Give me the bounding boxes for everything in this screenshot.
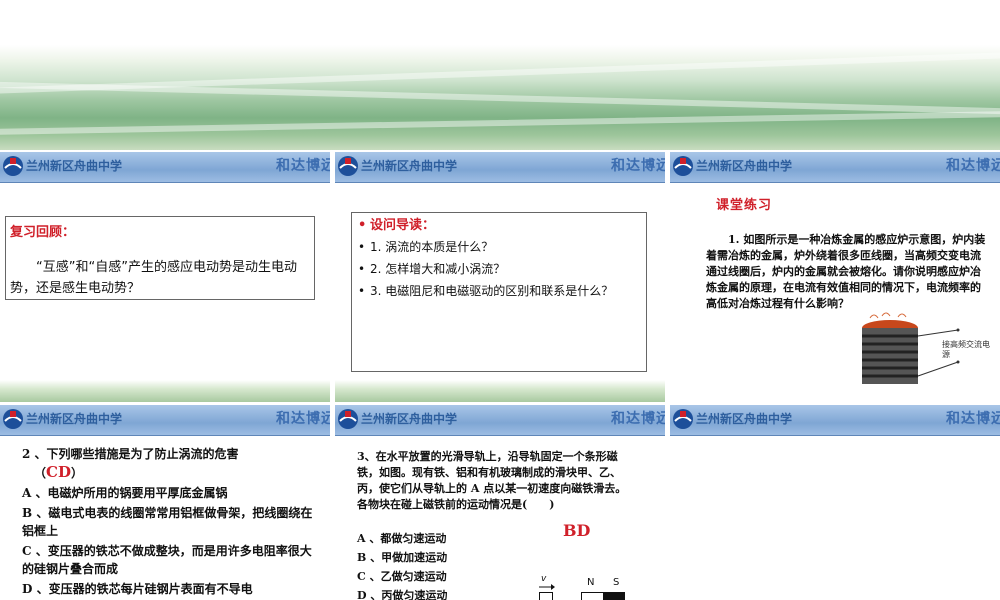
- slide-exercise-2[interactable]: 兰州新区舟曲中学 和达博远 2 、下列哪些措施是为了防止涡流的危害 （CD） A…: [0, 405, 330, 600]
- magnet-n-label: N: [587, 577, 595, 588]
- option-a: A 、都做匀速运动: [357, 532, 447, 545]
- slide-exercise-3[interactable]: 兰州新区舟曲中学 和达博远 3、在水平放置的光滑导轨上，沿导轨固定一个条形磁铁，…: [335, 405, 665, 600]
- guide-item: 3. 电磁阻尼和电磁驱动的区别和联系是什么？: [356, 283, 642, 300]
- option-c: C 、乙做匀速运动: [357, 570, 447, 583]
- answer-cd: CD: [46, 463, 71, 481]
- slide-header: 兰州新区舟曲中学 和达博远: [335, 152, 665, 183]
- option-b: B 、甲做加速运动: [357, 551, 448, 564]
- answer-bd: BD: [563, 521, 591, 540]
- school-name: 兰州新区舟曲中学: [696, 159, 793, 173]
- school-logo-icon: [3, 409, 23, 429]
- slide-exercise-1[interactable]: 兰州新区舟曲中学 和达博远 课堂练习 1. 如图所示是一种冶炼金属的感应炉示意图…: [670, 152, 1000, 402]
- slide-review[interactable]: 兰州新区舟曲中学 和达博远 复习回顾： “互感”和“自感”产生的感应电动势是动生…: [0, 152, 330, 402]
- slide-footer: [335, 380, 665, 402]
- school-motto: 和达博远: [276, 411, 330, 427]
- review-box: 复习回顾： “互感”和“自感”产生的感应电动势是动生电动势，还是感生电动势？: [5, 216, 315, 300]
- question-2-stem: 2 、下列哪些措施是为了防止涡流的危害: [22, 447, 239, 461]
- school-logo-icon: [338, 409, 358, 429]
- slide-header: 兰州新区舟曲中学 和达博远: [335, 405, 665, 436]
- review-body: “互感”和“自感”产生的感应电动势是动生电动势，还是感生电动势？: [10, 260, 297, 296]
- question-3-stem: 3、在水平放置的光滑导轨上，沿导轨固定一个条形磁铁，如图。现有铁、铝和有机玻璃制…: [357, 450, 627, 511]
- question-2-answer-line: （CD）: [22, 463, 322, 482]
- school-name: 兰州新区舟曲中学: [26, 412, 123, 426]
- paren-close: ）: [70, 466, 83, 480]
- bar-magnet: [581, 592, 625, 600]
- school-name: 兰州新区舟曲中学: [361, 412, 458, 426]
- school-motto: 和达博远: [276, 158, 330, 174]
- school-motto: 和达博远: [611, 411, 665, 427]
- exercise-body: 1. 如图所示是一种冶炼金属的感应炉示意图，炉内装着需冶炼的金属，炉外绕着很多匝…: [706, 233, 986, 310]
- school-logo-icon: [338, 156, 358, 176]
- rail-magnet-figure: v N S: [535, 574, 635, 600]
- option-c: C 、变压器的铁芯不做成整块，而是用许多电阻率很大的硅钢片叠合而成: [22, 544, 312, 576]
- school-logo-icon: [3, 156, 23, 176]
- guide-box: 设问导读： 1. 涡流的本质是什么？ 2. 怎样增大和减小涡流？ 3. 电磁阻尼…: [351, 212, 647, 372]
- exercise-heading: 课堂练习: [716, 198, 773, 213]
- school-name: 兰州新区舟曲中学: [696, 412, 793, 426]
- option-a: A 、电磁炉所用的锅要用平厚底金属锅: [22, 486, 228, 500]
- school-motto: 和达博远: [946, 158, 1000, 174]
- slide-blank[interactable]: 兰州新区舟曲中学 和达博远: [670, 405, 1000, 600]
- slider-block: [539, 592, 553, 600]
- slide-header: 兰州新区舟曲中学 和达博远: [0, 405, 330, 436]
- school-motto: 和达博远: [946, 411, 1000, 427]
- option-d: D 、丙做匀速运动: [357, 589, 448, 600]
- question-2: 2 、下列哪些措施是为了防止涡流的危害 （CD） A 、电磁炉所用的锅要用平厚底…: [22, 445, 322, 598]
- velocity-arrow-icon: [539, 584, 555, 590]
- option-d: D 、变压器的铁芯每片硅钢片表面有不导电: [22, 582, 253, 596]
- induction-furnace-figure: 接高频交流电源: [848, 312, 996, 388]
- school-logo-icon: [673, 409, 693, 429]
- school-name: 兰州新区舟曲中学: [361, 159, 458, 173]
- option-b: B 、磁电式电表的线圈常常用铝框做骨架，把线圈绕在铝框上: [22, 506, 313, 538]
- guide-item: 2. 怎样增大和减小涡流？: [356, 261, 642, 278]
- top-banner: [0, 0, 1000, 150]
- velocity-label: v: [541, 574, 547, 584]
- magnet-s-label: S: [613, 577, 620, 588]
- slide-header: 兰州新区舟曲中学 和达博远: [670, 405, 1000, 436]
- school-logo-icon: [673, 156, 693, 176]
- slide-header: 兰州新区舟曲中学 和达博远: [0, 152, 330, 183]
- school-motto: 和达博远: [611, 158, 665, 174]
- school-name: 兰州新区舟曲中学: [26, 159, 123, 173]
- slide-footer: [0, 380, 330, 402]
- question-3-options: A 、都做匀速运动 B 、甲做加速运动 C 、乙做匀速运动 D 、丙做匀速运动: [357, 529, 537, 600]
- guide-title: 设问导读：: [356, 217, 642, 234]
- review-heading: 复习回顾：: [10, 225, 76, 240]
- slide-header: 兰州新区舟曲中学 和达博远: [670, 152, 1000, 183]
- furnace-label: 接高频交流电源: [942, 340, 990, 359]
- guide-item: 1. 涡流的本质是什么？: [356, 239, 642, 256]
- paren-open: （: [34, 466, 47, 480]
- slide-guide[interactable]: 兰州新区舟曲中学 和达博远 设问导读： 1. 涡流的本质是什么？ 2. 怎样增大…: [335, 152, 665, 402]
